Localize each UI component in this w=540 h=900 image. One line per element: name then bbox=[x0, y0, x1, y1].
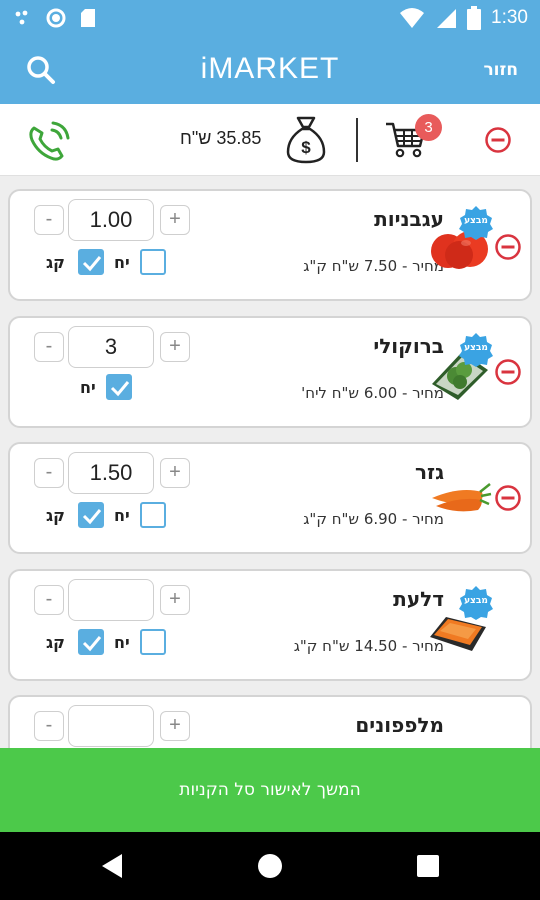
signal-icon bbox=[437, 9, 457, 28]
quantity-input[interactable]: 1.00 bbox=[68, 199, 154, 241]
decrease-quantity-button[interactable]: - bbox=[34, 458, 64, 488]
product-card: - 1.00 + קג יח עגבניות מחיר - 7.50 ש"ח ק… bbox=[8, 189, 532, 301]
sale-badge-label: מבצע bbox=[464, 216, 488, 226]
notification-dots-icon bbox=[15, 10, 28, 25]
product-price: מחיר - 7.50 ש"ח ק"ג bbox=[303, 257, 444, 275]
kg-label: קג bbox=[46, 506, 65, 525]
product-price: מחיר - 6.00 ש"ח ליח' bbox=[301, 384, 444, 402]
remove-circle-icon bbox=[495, 485, 521, 511]
product-card: - 1.50 + קג יח גזר מחיר - 6.90 ש"ח ק"ג bbox=[8, 442, 532, 554]
product-card: - + מלפפונים bbox=[8, 695, 532, 748]
quantity-input[interactable] bbox=[68, 579, 154, 621]
unit-checkbox[interactable] bbox=[140, 629, 166, 655]
status-right-icons: 1:30 bbox=[399, 6, 528, 30]
cart-count-badge: 3 bbox=[415, 114, 442, 141]
increase-quantity-button[interactable]: + bbox=[160, 711, 190, 741]
checkmark-icon bbox=[82, 509, 102, 525]
sd-card-icon bbox=[81, 9, 95, 27]
decrease-quantity-button[interactable]: - bbox=[34, 585, 64, 615]
remove-item-button[interactable] bbox=[494, 358, 522, 390]
kg-label: קג bbox=[46, 633, 65, 652]
unit-checkbox[interactable] bbox=[140, 502, 166, 528]
cart-summary-bar: 35.85 ש"ח $ 3 bbox=[0, 104, 540, 176]
product-list: - 1.00 + קג יח עגבניות מחיר - 7.50 ש"ח ק… bbox=[0, 176, 540, 748]
increase-quantity-button[interactable]: + bbox=[160, 205, 190, 235]
product-card: - 3 + יח ברוקולי מחיר - 6.00 ש"ח ליח' מב… bbox=[8, 316, 532, 428]
cart-total: 35.85 ש"ח bbox=[180, 128, 262, 148]
cucumber-icon bbox=[426, 719, 492, 748]
product-price: מחיר - 14.50 ש"ח ק"ג bbox=[293, 637, 444, 655]
battery-icon bbox=[467, 6, 482, 30]
increase-quantity-button[interactable]: + bbox=[160, 458, 190, 488]
product-price: מחיר - 6.90 ש"ח ק"ג bbox=[303, 510, 444, 528]
remove-circle-icon bbox=[495, 359, 521, 385]
circle-icon bbox=[46, 8, 66, 28]
quantity-input[interactable]: 1.50 bbox=[68, 452, 154, 494]
product-card: - + קג יח דלעת מחיר - 14.50 ש"ח ק"ג מבצע bbox=[8, 569, 532, 681]
app-bar: iMARKET חזור bbox=[0, 36, 540, 104]
call-button[interactable] bbox=[26, 120, 72, 168]
money-bag-icon: $ bbox=[286, 116, 326, 164]
kg-checkbox[interactable] bbox=[78, 629, 104, 655]
recents-nav-icon[interactable] bbox=[416, 854, 440, 878]
checkmark-icon bbox=[82, 636, 102, 652]
decrease-quantity-button[interactable]: - bbox=[34, 711, 64, 741]
app-title: iMARKET bbox=[200, 52, 340, 85]
status-left-icons bbox=[14, 8, 96, 28]
back-nav-icon[interactable] bbox=[100, 852, 126, 880]
kg-checkbox[interactable] bbox=[78, 502, 104, 528]
kg-checkbox[interactable] bbox=[78, 249, 104, 275]
unit-checkbox[interactable] bbox=[140, 249, 166, 275]
unit-label: יח bbox=[114, 506, 130, 525]
sale-badge-label: מבצע bbox=[464, 596, 488, 606]
money-bag: $ bbox=[284, 114, 328, 170]
unit-label: יח bbox=[114, 253, 130, 272]
decrease-quantity-button[interactable]: - bbox=[34, 205, 64, 235]
home-nav-icon[interactable] bbox=[256, 852, 284, 880]
kg-label: קג bbox=[46, 253, 65, 272]
unit-label: יח bbox=[80, 378, 96, 397]
unit-label: יח bbox=[114, 633, 130, 652]
remove-circle-icon bbox=[495, 234, 521, 260]
remove-item-button[interactable] bbox=[494, 484, 522, 516]
summary-remove-button[interactable] bbox=[484, 126, 512, 158]
carrot-icon bbox=[432, 483, 492, 512]
checkmark-icon bbox=[82, 256, 102, 272]
checkmark-icon bbox=[110, 381, 130, 397]
continue-to-checkout-button[interactable]: המשך לאישור סל הקניות bbox=[0, 748, 540, 832]
back-button[interactable]: חזור bbox=[483, 60, 518, 80]
summary-divider bbox=[356, 118, 358, 162]
remove-circle-icon bbox=[485, 127, 511, 153]
phone-icon bbox=[29, 121, 70, 161]
svg-text:$: $ bbox=[301, 138, 311, 157]
quantity-input[interactable]: 3 bbox=[68, 326, 154, 368]
status-bar: 1:30 bbox=[0, 0, 540, 36]
unit-checkbox[interactable] bbox=[106, 374, 132, 400]
increase-quantity-button[interactable]: + bbox=[160, 332, 190, 362]
increase-quantity-button[interactable]: + bbox=[160, 585, 190, 615]
wifi-icon bbox=[400, 8, 425, 28]
quantity-input[interactable] bbox=[68, 705, 154, 747]
status-time: 1:30 bbox=[491, 7, 528, 28]
continue-label: המשך לאישור סל הקניות bbox=[179, 780, 361, 800]
remove-item-button[interactable] bbox=[494, 233, 522, 265]
system-navigation-bar bbox=[0, 832, 540, 900]
sale-badge-label: מבצע bbox=[464, 343, 488, 353]
decrease-quantity-button[interactable]: - bbox=[34, 332, 64, 362]
